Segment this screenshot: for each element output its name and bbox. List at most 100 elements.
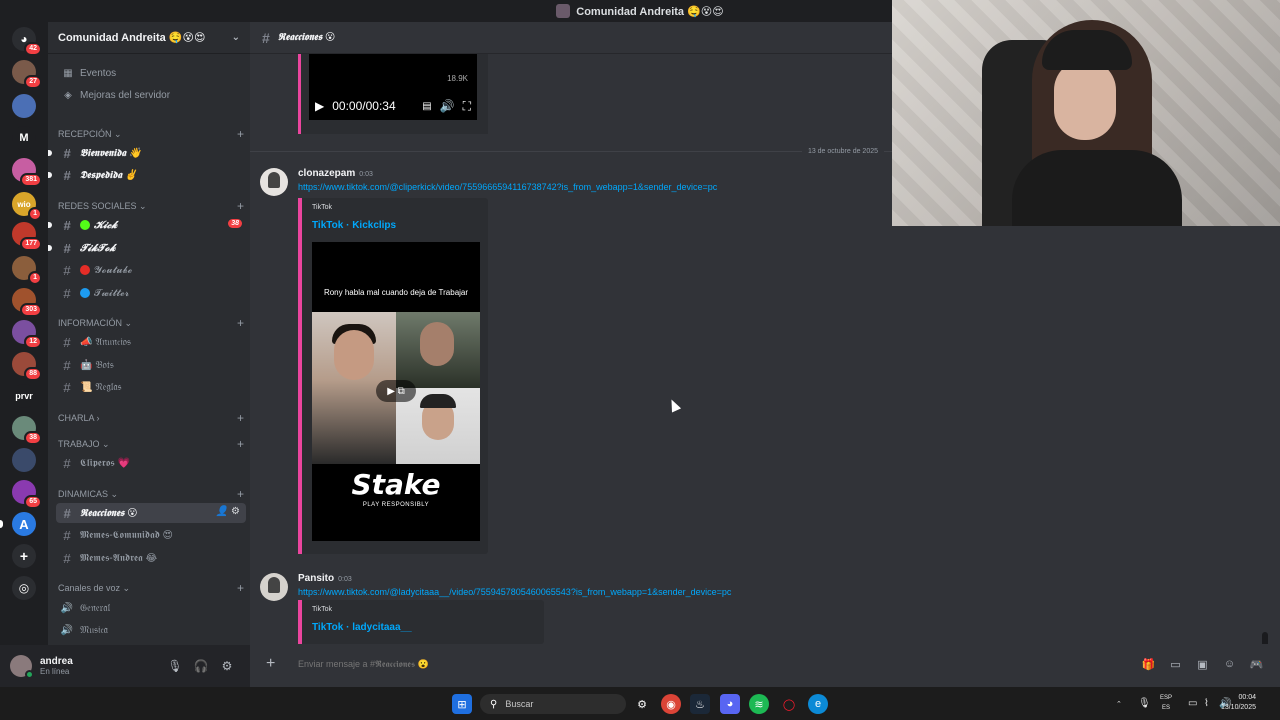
plus-icon[interactable]: + xyxy=(237,581,244,595)
gear-icon[interactable]: ⚙ xyxy=(231,506,240,517)
hash-icon: # xyxy=(63,550,71,566)
category-redes[interactable]: REDES SOCIALES ⌄ + xyxy=(58,198,244,214)
message-author[interactable]: clonazepam xyxy=(298,168,355,179)
category-dinamicas[interactable]: DINAMICAS ⌄ + xyxy=(58,486,244,502)
server-icon[interactable]: 88 xyxy=(12,352,42,381)
plus-icon[interactable]: + xyxy=(237,199,244,213)
channel-kick[interactable]: # 𝓚𝓲𝓬𝓴 38 xyxy=(48,215,246,235)
channel-memes-comunidad[interactable]: # 𝕸𝖊𝖒𝖊𝖘-𝕮𝖔𝖒𝖚𝖓𝖎𝖉𝖆𝖉 😍 xyxy=(56,525,246,545)
headphones-icon[interactable]: 🎧 xyxy=(188,659,214,673)
category-recepcion[interactable]: RECEPCIÓN ⌄ + xyxy=(58,126,244,142)
sticker-icon[interactable]: ▣ xyxy=(1189,658,1216,671)
server-icon[interactable]: wio 1 xyxy=(12,192,42,221)
windows-start-icon[interactable]: ⊞ xyxy=(452,694,472,714)
gift-icon[interactable]: 🎁 xyxy=(1135,658,1162,671)
channel-clipperos[interactable]: # 𝕮𝖑𝖎𝖕𝖊𝖗𝖔𝖘 💗 xyxy=(56,453,246,473)
boosts-item[interactable]: ◈ Mejoras del servidor xyxy=(56,85,246,105)
plus-icon[interactable]: + xyxy=(237,487,244,501)
server-header[interactable]: Comunidad Andreita 🤤😵😍 ⌄ xyxy=(48,22,250,54)
channel-label: 𝕽𝖊𝖆𝖈𝖈𝖎𝖔𝖓𝖊𝖘 😮 xyxy=(80,507,138,519)
channel-anuncios[interactable]: # 📣 𝔄𝔫𝔲𝔫𝔠𝔦𝔬𝔰 xyxy=(56,332,246,352)
steam-icon[interactable]: ♨ xyxy=(690,694,710,714)
attach-plus-icon[interactable]: + xyxy=(266,655,284,673)
add-server-button[interactable]: + xyxy=(12,544,36,568)
embed-thumbnail[interactable]: Rony habla mal cuando deja de Trabajar ▶… xyxy=(312,242,480,541)
voice-channel-general[interactable]: 🔊 𝔊𝔢𝔫𝔢𝔯𝔞𝔩 xyxy=(56,598,246,618)
scrollbar-thumb[interactable] xyxy=(1262,632,1268,644)
hash-icon: # xyxy=(63,285,71,301)
category-trabajo[interactable]: TRABAJO ⌄ + xyxy=(58,436,244,452)
channel-youtube[interactable]: # 𝓨𝓸𝓾𝓽𝓾𝓫𝓮 xyxy=(56,260,246,280)
avatar[interactable] xyxy=(10,655,34,679)
add-member-icon[interactable]: 👤 xyxy=(216,506,228,517)
voice-channel-musica[interactable]: 🔊 𝔐𝔲𝔰𝔦𝔠𝔞 xyxy=(56,620,246,640)
category-info[interactable]: INFORMACIÓN ⌄ + xyxy=(58,315,244,331)
volume-icon[interactable]: 🔊 xyxy=(440,99,455,113)
taskbar-search[interactable]: ⚲ Buscar xyxy=(480,694,626,714)
play-icon[interactable]: ▶ ⧉ xyxy=(376,380,416,402)
gear-icon[interactable]: ⚙ xyxy=(214,659,240,673)
server-icon[interactable]: 1 xyxy=(12,256,42,285)
chrome-icon[interactable]: ◉ xyxy=(661,694,681,714)
server-badge: 88 xyxy=(24,367,42,381)
channel-tiktok[interactable]: # 𝓣𝓲𝓴𝓣𝓸𝓴 xyxy=(48,238,246,258)
microphone-tray-icon[interactable]: 🎙 xyxy=(1138,687,1151,720)
opera-icon[interactable]: ◯ xyxy=(779,694,799,714)
server-icon[interactable]: M xyxy=(12,126,36,150)
avatar[interactable] xyxy=(260,168,288,196)
network-icon[interactable]: ⌇ xyxy=(1204,687,1209,720)
server-icon[interactable]: 12 xyxy=(12,320,42,349)
server-icon[interactable]: prvr xyxy=(12,384,36,408)
emoji-icon[interactable]: ☺ xyxy=(1216,658,1243,671)
apps-icon[interactable]: 🎮 xyxy=(1243,658,1270,671)
server-icon[interactable]: 381 xyxy=(12,158,42,187)
plus-icon[interactable]: + xyxy=(237,411,244,425)
gif-icon[interactable]: ▭ xyxy=(1162,658,1189,671)
server-icon[interactable]: 303 xyxy=(12,288,42,317)
channel-bienvenida[interactable]: # 𝕭𝖎𝖊𝖓𝖛𝖊𝖓𝖎𝖉𝖆 👋 xyxy=(48,143,246,163)
plus-icon[interactable]: + xyxy=(237,127,244,141)
embed-title[interactable]: TikTok · ladycitaaa__ xyxy=(312,622,412,633)
edge-icon[interactable]: e xyxy=(808,694,828,714)
category-voz[interactable]: Canales de voz ⌄ + xyxy=(58,580,244,596)
server-icon[interactable]: 65 xyxy=(12,480,42,509)
discover-button[interactable]: ◎ xyxy=(12,576,36,600)
server-icon[interactable]: A xyxy=(0,512,36,536)
plus-icon[interactable]: + xyxy=(237,316,244,330)
captions-icon[interactable]: ▤ xyxy=(422,101,431,112)
message-header: Pansito 0:03 xyxy=(298,573,352,584)
channel-reglas[interactable]: # 📜 𝔑𝔢𝔤𝔩𝔞𝔰 xyxy=(56,377,246,397)
settings-icon[interactable]: ⚙ xyxy=(632,694,652,714)
play-icon[interactable]: ▶ xyxy=(315,99,324,113)
home-button[interactable]: ◕ 42 xyxy=(12,27,42,56)
embed-title[interactable]: TikTok · Kickclips xyxy=(312,220,396,231)
language-indicator[interactable]: ESP ES xyxy=(1160,693,1172,713)
channel-memes-andrea[interactable]: # 𝕸𝖊𝖒𝖊𝖘-𝕬𝖓𝖉𝖗𝖊𝖆 😂 xyxy=(56,548,246,568)
message-author[interactable]: Pansito xyxy=(298,573,334,584)
channel-reacciones[interactable]: # 𝕽𝖊𝖆𝖈𝖈𝖎𝖔𝖓𝖊𝖘 😮 👤 ⚙ xyxy=(56,503,246,523)
category-charla[interactable]: CHARLA › + xyxy=(58,410,244,426)
server-icon[interactable] xyxy=(12,448,36,472)
message-link[interactable]: https://www.tiktok.com/@ladycitaaa__/vid… xyxy=(298,587,731,597)
microphone-icon[interactable]: 🎙 xyxy=(162,659,188,673)
user-info[interactable]: andrea En línea xyxy=(40,656,162,676)
tray-chevron-icon[interactable]: ⌃ xyxy=(1116,687,1122,720)
server-icon[interactable]: 38 xyxy=(12,416,42,445)
clock[interactable]: 00:04 13/10/2025 xyxy=(1221,693,1256,713)
avatar[interactable] xyxy=(260,573,288,601)
spotify-icon[interactable]: ≋ xyxy=(749,694,769,714)
discord-icon[interactable]: ◕ xyxy=(720,694,740,714)
channel-bots[interactable]: # 🤖 𝔅𝔬𝔱𝔰 xyxy=(56,355,246,375)
server-icon[interactable] xyxy=(12,94,36,118)
monitor-icon[interactable]: ▭ xyxy=(1188,687,1197,720)
channel-despedida[interactable]: # 𝕯𝖊𝖘𝖕𝖊𝖉𝖎𝖉𝖆 ✌️ xyxy=(48,165,246,185)
server-icon[interactable]: 177 xyxy=(12,222,42,251)
fullscreen-icon[interactable]: ⛶ xyxy=(463,99,471,114)
events-item[interactable]: ▦ Eventos xyxy=(56,63,246,83)
message-input[interactable] xyxy=(298,659,1135,669)
server-icon[interactable]: 27 xyxy=(12,60,42,89)
message-link[interactable]: https://www.tiktok.com/@cliperkick/video… xyxy=(298,182,717,192)
server-badge: 177 xyxy=(20,237,42,251)
channel-twitter[interactable]: # 𝓣𝔀𝓲𝓽𝓽𝓮𝓻 xyxy=(56,283,246,303)
plus-icon[interactable]: + xyxy=(237,437,244,451)
